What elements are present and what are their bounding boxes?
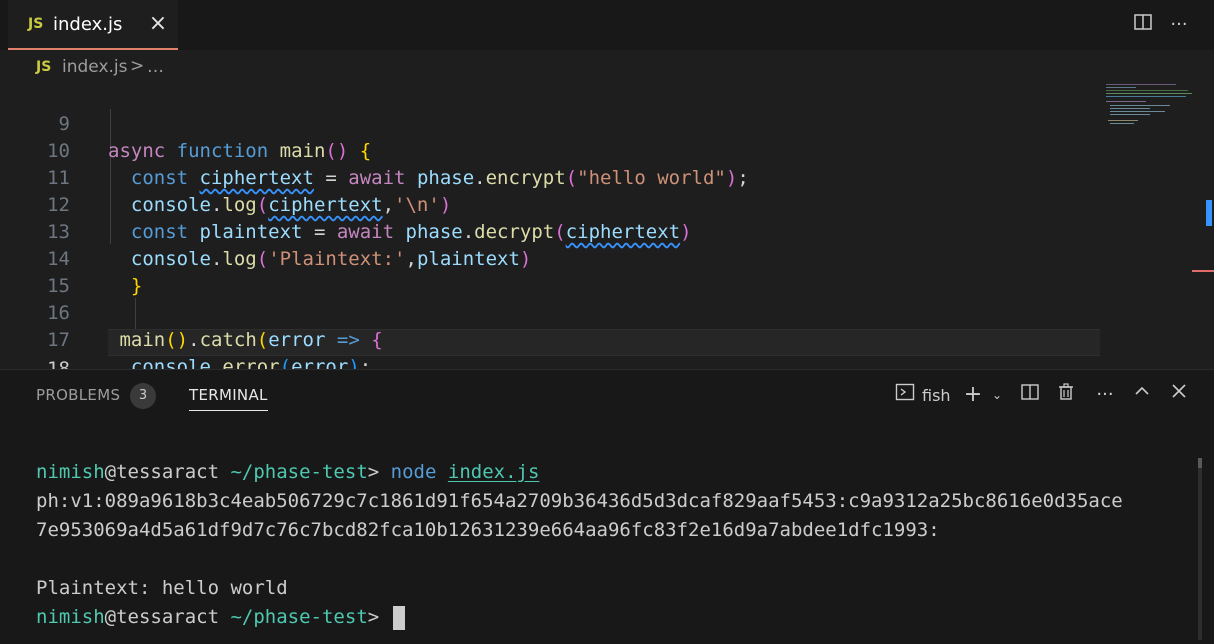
close-icon[interactable]: × — [146, 12, 170, 36]
code-line: 11 console.log(ciphertext,'\n') — [0, 138, 1100, 216]
code-line: 10 const ciphertext = await phase.encryp… — [0, 111, 1100, 189]
scrollbar-marker — [1206, 200, 1212, 226]
code-line: 16 main().catch(error => { — [0, 273, 1100, 351]
terminal-scrollbar[interactable] — [1198, 458, 1202, 640]
code-line: 9 async function main() { — [0, 84, 1100, 162]
terminal-shell-label[interactable]: fish — [922, 386, 951, 405]
tab-label: index.js — [53, 14, 123, 35]
scrollbar-marker — [1192, 270, 1214, 272]
terminal-line: ph:v1:089a9618b3c4eab506729c7c1861d91f65… — [36, 490, 1123, 512]
split-terminal-icon[interactable] — [1017, 382, 1043, 408]
terminal-scrollbar-thumb[interactable] — [1198, 458, 1202, 468]
chevron-right-icon: > — [130, 56, 145, 76]
tab-bar: JS index.js × ··· — [0, 0, 1214, 50]
tab-problems[interactable]: PROBLEMS — [36, 386, 120, 404]
breadcrumb-more[interactable]: … — [147, 57, 164, 77]
terminal-line: nimish@tessaract ~/phase-test> node inde… — [36, 461, 540, 483]
minimap[interactable] — [1100, 82, 1196, 368]
code-line: 15 — [0, 246, 1100, 297]
code-line: 13 console.log('Plaintext:',plaintext) — [0, 192, 1100, 270]
breadcrumb: JS index.js > … — [0, 50, 1214, 82]
split-editor-icon[interactable] — [1130, 12, 1156, 38]
problems-count-badge: 3 — [130, 383, 156, 409]
tab-index-js[interactable]: JS index.js × — [8, 0, 178, 50]
terminal-line: 7e953069a4d5a61df9d7c76c7bcd82fca10b1263… — [36, 519, 940, 541]
breadcrumb-file[interactable]: index.js — [62, 57, 128, 77]
bottom-panel: PROBLEMS 3 TERMINAL fish + ⌄ ··· nimish@… — [0, 369, 1214, 644]
terminal-line: nimish@tessaract ~/phase-test> — [36, 603, 405, 632]
plus-icon[interactable]: + — [960, 382, 986, 408]
terminal-line: Plaintext: hello world — [36, 577, 288, 599]
close-panel-icon[interactable] — [1166, 382, 1192, 408]
code-line: 18 }); — [0, 329, 1100, 407]
more-actions-icon[interactable]: ··· — [1166, 12, 1192, 38]
code-editor[interactable]: 9 async function main() { 10 const ciphe… — [0, 82, 1214, 407]
maximize-panel-icon[interactable] — [1129, 382, 1155, 408]
chevron-down-icon[interactable]: ⌄ — [984, 382, 1010, 408]
js-file-icon: JS — [28, 16, 44, 32]
code-line: 14 } — [0, 219, 1100, 297]
terminal-icon[interactable] — [892, 382, 918, 408]
trash-icon[interactable] — [1053, 382, 1079, 408]
more-actions-icon[interactable]: ··· — [1092, 382, 1118, 408]
code-line: 17 console.error(error); — [0, 300, 1100, 378]
code-line: 12 const plaintext = await phase.decrypt… — [0, 165, 1100, 243]
terminal-cursor — [392, 605, 405, 630]
js-file-icon: JS — [36, 59, 52, 75]
tab-terminal[interactable]: TERMINAL — [189, 386, 268, 411]
